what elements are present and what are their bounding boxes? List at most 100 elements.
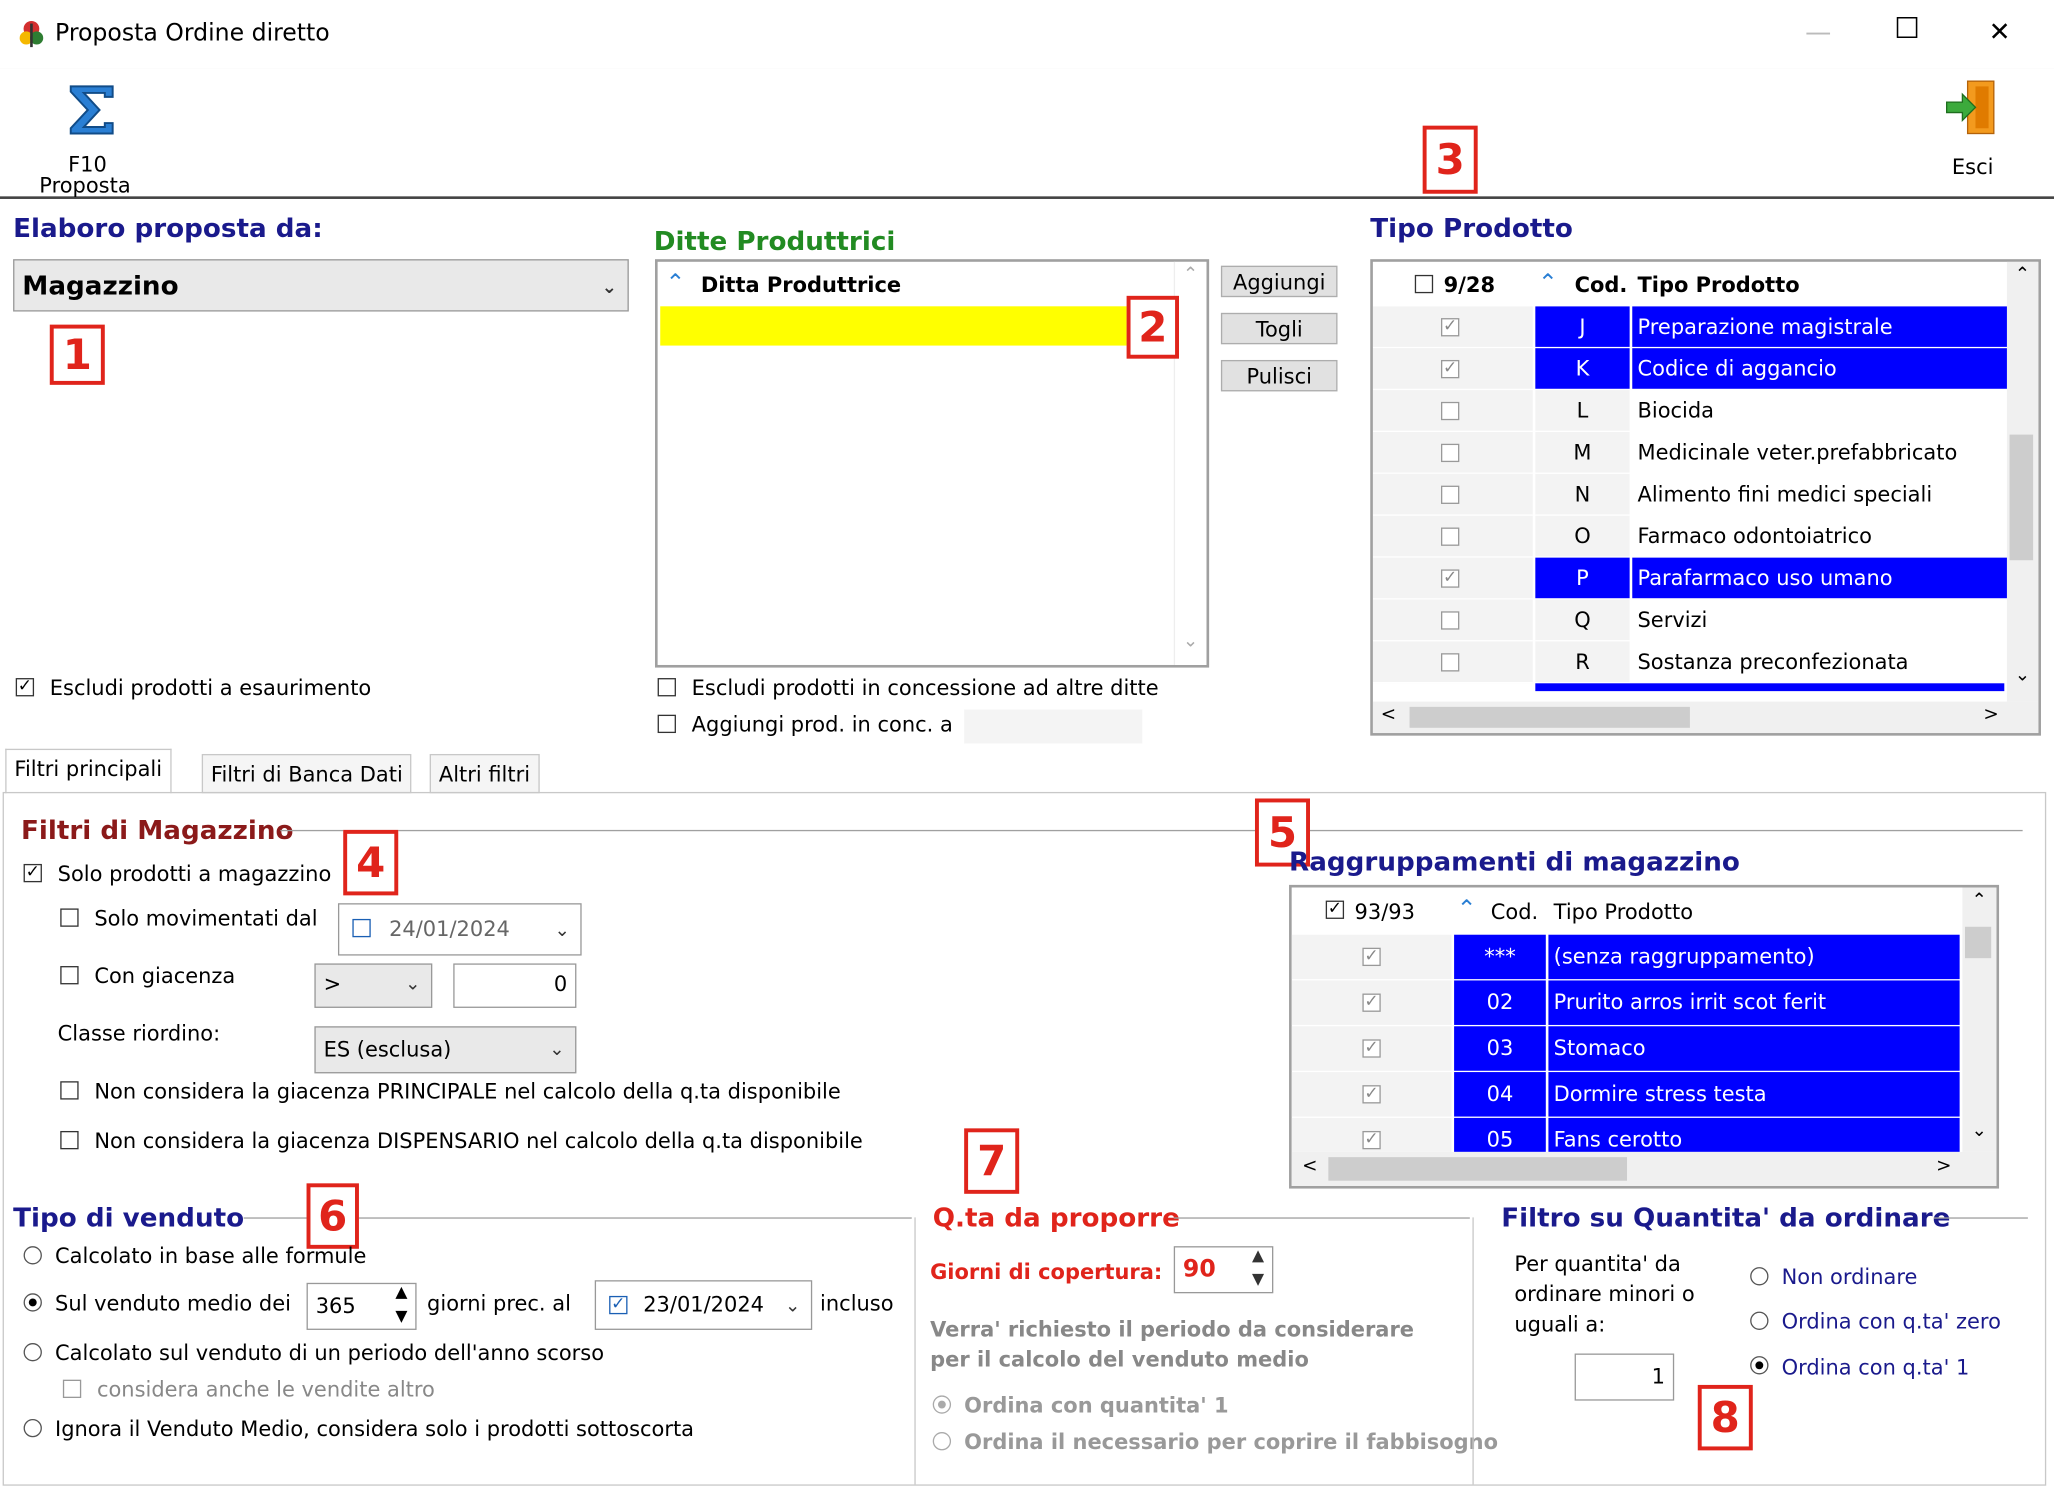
scroll-thumb[interactable] — [1409, 706, 1690, 728]
solo-movimentati-checkbox[interactable] — [60, 908, 79, 927]
maximize-button[interactable]: ☐ — [1894, 13, 1920, 46]
row-checkbox[interactable]: ✓ — [1440, 569, 1460, 588]
table-row[interactable]: Q Servizi — [1372, 599, 2010, 642]
tipo-prodotto-all-checkbox[interactable] — [1414, 274, 1434, 294]
ditte-row-highlight[interactable] — [660, 306, 1174, 346]
filtro-quantita-input[interactable]: 1 — [1574, 1353, 1675, 1401]
tipo-prodotto-grid[interactable]: 9/28 ⌃ Cod. Tipo Prodotto ✓ J Preparazione… — [1370, 259, 2041, 736]
table-row[interactable]: ✓ 05 Fans cerotto — [1291, 1117, 1960, 1152]
venduto-ignora-radio[interactable] — [23, 1418, 42, 1438]
table-row[interactable]: ✓ *** (senza raggruppamento) — [1291, 934, 1960, 981]
giorni-copertura-value: 90 — [1182, 1255, 1216, 1283]
raggruppamenti-vscroll[interactable]: ⌃ ⌄ — [1962, 887, 1997, 1152]
close-button[interactable]: ✕ — [1989, 16, 2011, 47]
table-row[interactable]: R Sostanza preconfezionata — [1372, 641, 2010, 684]
row-checkbox[interactable]: ✓ — [1440, 318, 1460, 337]
row-checkbox[interactable] — [1440, 611, 1460, 630]
tipo-prodotto-vscroll[interactable]: ⌃ ⌄ — [2006, 261, 2039, 702]
table-row[interactable]: ✓ P Parafarmaco uso umano — [1372, 557, 2010, 600]
proposta-button[interactable]: F10 Proposta — [29, 79, 152, 198]
spin-up-icon[interactable]: ▲ — [1252, 1245, 1264, 1266]
row-checkbox[interactable]: ✓ — [1440, 359, 1460, 379]
raggruppamenti-all-checkbox[interactable]: ✓ — [1325, 901, 1345, 919]
tab-filtri-banca-dati[interactable]: Filtri di Banca Dati — [201, 753, 412, 794]
row-checkbox[interactable] — [1440, 443, 1460, 463]
table-row[interactable]: M Medicinale veter.prefabbricato — [1372, 431, 2010, 474]
escludi-esaurimento-label: Escludi prodotti a esaurimento — [49, 675, 372, 701]
spin-up-icon[interactable]: ▲ — [395, 1282, 407, 1303]
classe-riordino-select[interactable]: ES (esclusa) ⌄ — [314, 1026, 577, 1074]
row-checkbox[interactable] — [1440, 401, 1460, 421]
row-checkbox[interactable]: ✓ — [1362, 948, 1381, 967]
esci-button[interactable]: Esci — [1934, 76, 2013, 181]
raggruppamenti-grid[interactable]: ✓ 93/93 ⌃ Cod. Tipo Prodotto ✓ *** (senza … — [1289, 884, 2000, 1189]
giorni-copertura-stepper[interactable]: 90 ▲ ▼ — [1173, 1245, 1274, 1294]
giacenza-value-input[interactable]: 0 — [453, 963, 577, 1008]
venduto-date-picker[interactable]: ✓ 23/01/2024 ⌄ — [594, 1280, 813, 1330]
filtro-quantita-divider — [1933, 1217, 2028, 1219]
scroll-thumb[interactable] — [1328, 1157, 1628, 1181]
giacenza-operator-select[interactable]: > ⌄ — [314, 963, 433, 1008]
venduto-date-checkbox[interactable]: ✓ — [609, 1295, 628, 1315]
table-row[interactable]: ✓ 02 Prurito arros irrit scot ferit — [1291, 980, 1960, 1026]
row-checkbox[interactable]: ✓ — [1362, 1039, 1381, 1058]
row-checkbox[interactable] — [1440, 485, 1460, 504]
non-ordinare-radio[interactable] — [1750, 1267, 1769, 1286]
aggiungi-button[interactable]: Aggiungi — [1220, 265, 1338, 298]
aggiungi-conc-value[interactable] — [964, 709, 1143, 744]
marker-4: 4 — [343, 829, 399, 896]
table-row[interactable]: L Biocida — [1372, 390, 2010, 432]
tipo-prodotto-hscroll[interactable]: < > — [1372, 701, 2039, 734]
venduto-medio-label: Sul venduto medio dei — [55, 1290, 291, 1316]
giorni-venduto-stepper[interactable]: 365 ▲ ▼ — [306, 1282, 417, 1330]
venduto-anno-scorso-radio[interactable] — [23, 1343, 42, 1362]
tab-filtri-principali[interactable]: Filtri principali — [5, 748, 172, 794]
aggiungi-conc-checkbox[interactable] — [657, 714, 676, 734]
tipo-prodotto-header: 9/28 ⌃ Cod. Tipo Prodotto — [1373, 262, 2010, 307]
sigma-icon — [69, 85, 114, 135]
table-row[interactable]: N Alimento fini medici speciali — [1372, 473, 2010, 516]
raggruppamenti-hscroll[interactable]: < > — [1291, 1151, 1997, 1186]
row-checkbox[interactable]: ✓ — [1362, 1085, 1381, 1104]
scroll-thumb[interactable] — [1964, 926, 1992, 959]
movimentati-date-checkbox[interactable] — [352, 918, 371, 938]
ordina-necessario-radio[interactable] — [932, 1432, 952, 1451]
elaboro-select[interactable]: Magazzino ⌄ — [13, 259, 629, 312]
row-checkbox[interactable]: ✓ — [1362, 1131, 1381, 1150]
table-row[interactable]: O Farmaco odontoiatrico — [1372, 515, 2010, 558]
non-principale-checkbox[interactable] — [60, 1081, 79, 1100]
table-row[interactable]: ✓ 04 Dormire stress testa — [1291, 1072, 1960, 1118]
pulisci-button[interactable]: Pulisci — [1220, 359, 1338, 392]
row-checkbox[interactable] — [1440, 653, 1460, 672]
table-row[interactable]: ✓ J Preparazione magistrale — [1372, 306, 2010, 349]
considera-altro-checkbox[interactable] — [62, 1379, 82, 1399]
escludi-concessione-checkbox[interactable] — [657, 678, 676, 697]
scroll-up-icon: ⌃ — [1182, 264, 1199, 286]
raggruppamenti-header: ✓ 93/93 ⌃ Cod. Tipo Prodotto — [1292, 888, 1960, 935]
venduto-medio-radio[interactable] — [23, 1293, 42, 1312]
table-row[interactable]: ✓ 03 Stomaco — [1291, 1026, 1960, 1072]
tab-altri-filtri[interactable]: Altri filtri — [429, 753, 540, 794]
row-checkbox[interactable] — [1440, 527, 1460, 546]
escludi-esaurimento-checkbox[interactable]: ✓ — [15, 678, 35, 697]
ordina-uno-radio[interactable] — [932, 1395, 952, 1414]
con-giacenza-checkbox[interactable] — [60, 966, 79, 985]
ordina-zero-radio[interactable] — [1750, 1311, 1769, 1330]
togli-button[interactable]: Togli — [1220, 312, 1338, 345]
minimize-button[interactable]: — — [1805, 16, 1831, 47]
row-checkbox[interactable]: ✓ — [1362, 994, 1381, 1012]
tipo-prodotto-col-cod: Cod. — [1574, 272, 1628, 298]
spin-down-icon[interactable]: ▼ — [1252, 1268, 1264, 1289]
non-dispensario-checkbox[interactable] — [60, 1130, 79, 1150]
ordina-qta-uno-radio[interactable] — [1750, 1356, 1769, 1375]
scroll-right-icon: > — [1936, 1155, 1952, 1177]
scroll-thumb[interactable] — [2009, 434, 2034, 561]
solo-magazzino-checkbox[interactable]: ✓ — [23, 864, 42, 883]
movimentati-date-picker[interactable]: 24/01/2024 ⌄ — [337, 903, 582, 956]
venduto-formule-radio[interactable] — [23, 1246, 42, 1265]
proposta-label: Proposta — [39, 172, 131, 198]
spin-down-icon[interactable]: ▼ — [395, 1305, 407, 1326]
filtri-magazzino-heading: Filtri di Magazzino — [20, 814, 294, 846]
table-row[interactable]: ✓ K Codice di aggancio — [1372, 348, 2010, 391]
scroll-down-icon: ⌄ — [1182, 630, 1199, 652]
